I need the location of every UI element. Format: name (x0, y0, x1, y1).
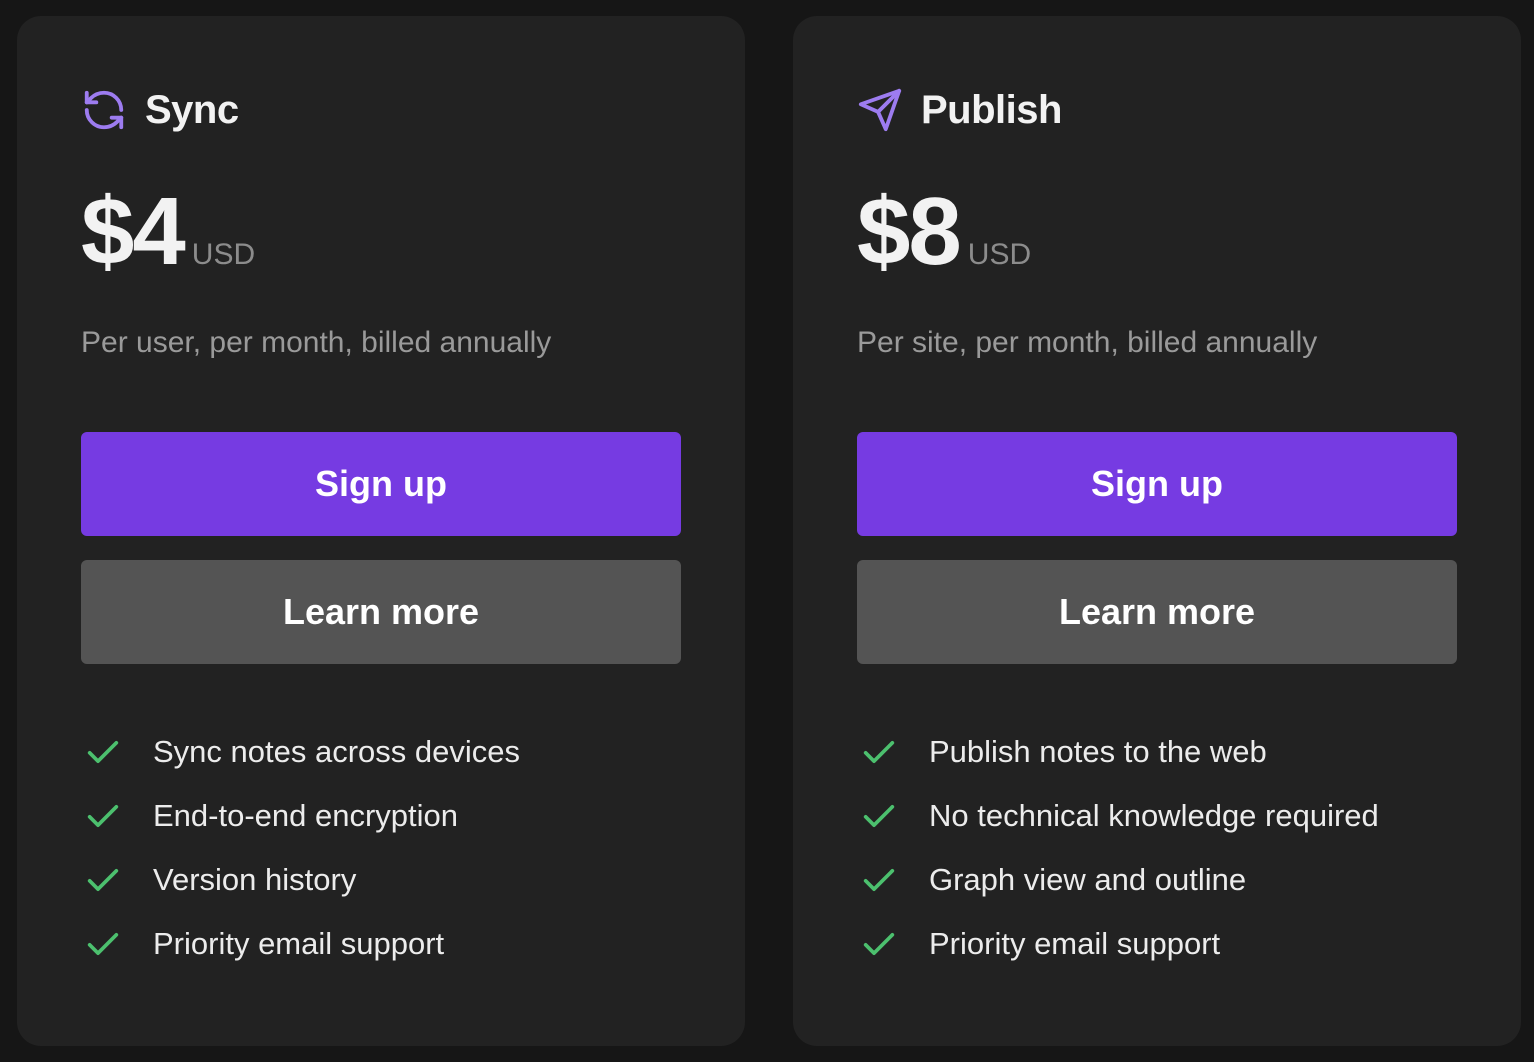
feature-text: Publish notes to the web (929, 734, 1267, 769)
feature-item: Graph view and outline (857, 848, 1379, 912)
learn-more-button[interactable]: Learn more (857, 560, 1457, 664)
check-icon (857, 794, 901, 838)
sign-up-button[interactable]: Sign up (857, 432, 1457, 536)
send-icon (857, 87, 903, 133)
feature-item: End-to-end encryption (81, 784, 520, 848)
feature-text: No technical knowledge required (929, 798, 1379, 833)
sync-icon (81, 87, 127, 133)
plan-header: Publish (857, 86, 1062, 134)
check-icon (857, 858, 901, 902)
feature-item: Version history (81, 848, 520, 912)
billing-note: Per user, per month, billed annually (81, 326, 552, 359)
feature-item: Priority email support (81, 912, 520, 976)
feature-text: Priority email support (929, 926, 1221, 961)
billing-note: Per site, per month, billed annually (857, 326, 1318, 359)
feature-text: Sync notes across devices (153, 734, 521, 769)
check-icon (857, 922, 901, 966)
feature-item: Priority email support (857, 912, 1379, 976)
sign-up-button[interactable]: Sign up (81, 432, 681, 536)
price-row: $4 USD (81, 184, 255, 280)
check-icon (857, 730, 901, 774)
plan-name: Publish (921, 87, 1062, 132)
plan-name: Sync (145, 87, 239, 132)
plan-header: Sync (81, 86, 239, 134)
plan-card-sync: Sync $4 USD Per user, per month, billed … (17, 16, 745, 1046)
price-row: $8 USD (857, 184, 1031, 280)
feature-list: Sync notes across devices End-to-end enc… (81, 720, 520, 976)
check-icon (81, 858, 125, 902)
feature-text: Graph view and outline (929, 862, 1247, 897)
plan-card-publish: Publish $8 USD Per site, per month, bill… (793, 16, 1521, 1046)
check-icon (81, 794, 125, 838)
feature-text: End-to-end encryption (153, 798, 459, 833)
price-currency: USD (967, 238, 1032, 271)
price-amount: $4 (81, 178, 186, 285)
feature-text: Priority email support (153, 926, 445, 961)
learn-more-button[interactable]: Learn more (81, 560, 681, 664)
check-icon (81, 730, 125, 774)
price-currency: USD (191, 238, 256, 271)
price-amount: $8 (857, 178, 962, 285)
feature-item: No technical knowledge required (857, 784, 1379, 848)
feature-text: Version history (153, 862, 357, 897)
feature-item: Publish notes to the web (857, 720, 1379, 784)
check-icon (81, 922, 125, 966)
feature-item: Sync notes across devices (81, 720, 520, 784)
feature-list: Publish notes to the web No technical kn… (857, 720, 1379, 976)
